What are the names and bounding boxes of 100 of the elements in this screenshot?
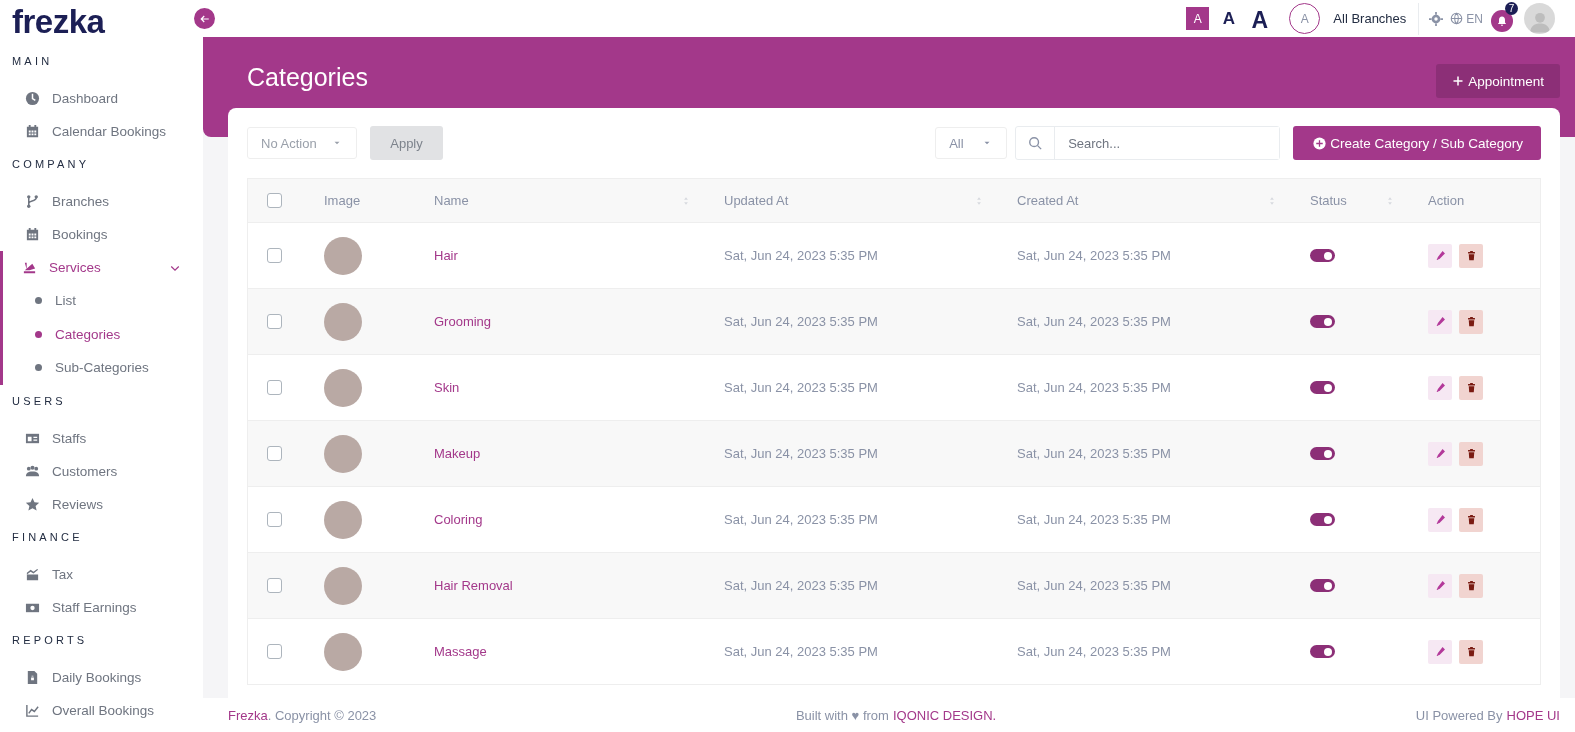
row-checkbox[interactable] — [267, 248, 282, 263]
nav-item[interactable]: Reviews — [3, 487, 203, 521]
column-header[interactable]: Status — [1310, 193, 1347, 208]
table-cell: Sat, Jun 24, 2023 5:35 PM — [1017, 644, 1171, 659]
section-heading: COMPANY — [11, 157, 90, 172]
delete-button[interactable] — [1459, 573, 1483, 598]
photo-placeholder — [324, 368, 362, 407]
delete-button[interactable] — [1459, 507, 1483, 532]
edit-button[interactable] — [1428, 375, 1452, 400]
search-icon — [1028, 136, 1043, 150]
nav-item[interactable]: Customers — [3, 454, 203, 488]
pencil-icon — [1434, 250, 1446, 261]
nav-item[interactable]: Branches — [3, 185, 203, 218]
font-size-button[interactable]: A — [1217, 7, 1241, 30]
bullet-icon — [35, 297, 42, 305]
nav-item[interactable]: Bookings — [3, 218, 203, 251]
table-cell: Sat, Jun 24, 2023 5:35 PM — [724, 644, 878, 659]
photo-placeholder — [324, 302, 362, 341]
status-toggle[interactable] — [1310, 315, 1335, 328]
nav-item[interactable]: Services — [0, 251, 203, 284]
nav-subitem[interactable]: Sub-Categories — [0, 351, 203, 385]
nav-item[interactable]: Tax — [3, 557, 203, 591]
plus-icon — [1452, 75, 1465, 87]
delete-button[interactable] — [1459, 441, 1483, 466]
section-heading: REPORTS — [11, 632, 88, 648]
section-heading: USERS — [11, 393, 66, 409]
section-heading: MAIN — [11, 54, 53, 69]
file-icon — [25, 669, 40, 685]
status-toggle[interactable] — [1310, 513, 1335, 526]
status-toggle[interactable] — [1310, 579, 1335, 592]
page-title: Categories — [247, 63, 368, 92]
status-toggle[interactable] — [1310, 381, 1335, 394]
create-category-button[interactable]: Create Category / Sub Category — [1293, 126, 1541, 160]
category-name[interactable]: Grooming — [434, 314, 492, 329]
trash-icon — [1465, 580, 1477, 591]
column-header[interactable]: Updated At — [724, 193, 789, 208]
search-field[interactable]: Search... — [1015, 126, 1281, 160]
column-header[interactable]: Name — [434, 193, 469, 208]
pencil-icon — [1434, 580, 1446, 591]
trash-icon — [1465, 382, 1477, 393]
font-size-button[interactable]: A — [1248, 7, 1272, 30]
font-size-button[interactable]: A — [1186, 7, 1210, 30]
notification-count: 7 — [1505, 1, 1518, 15]
row-checkbox[interactable] — [267, 644, 282, 659]
category-name[interactable]: Skin — [434, 380, 460, 395]
nav-item[interactable]: Overall Bookings — [3, 693, 203, 727]
row-checkbox[interactable] — [267, 314, 282, 329]
row-checkbox[interactable] — [267, 380, 282, 395]
brand-link[interactable]: Frezka — [228, 707, 268, 723]
edit-button[interactable] — [1428, 573, 1452, 598]
nav-subitem[interactable]: Categories — [0, 317, 203, 351]
status-toggle[interactable] — [1310, 645, 1335, 658]
nav-item[interactable]: Staff Earnings — [3, 590, 203, 624]
bell-icon — [1496, 14, 1508, 27]
edit-button[interactable] — [1428, 441, 1452, 466]
pencil-icon — [1434, 646, 1446, 657]
row-checkbox[interactable] — [267, 446, 282, 461]
pencil-icon — [1434, 514, 1446, 525]
nav-item[interactable]: Daily Bookings — [3, 660, 203, 694]
column-header: Action — [1428, 193, 1465, 208]
nav-item[interactable]: Calendar Bookings — [3, 115, 203, 148]
company-link[interactable]: IQONIC DESIGN. — [892, 707, 997, 723]
table-cell: Sat, Jun 24, 2023 5:35 PM — [1017, 446, 1171, 461]
filter-select[interactable]: All — [935, 127, 1008, 159]
status-toggle[interactable] — [1310, 447, 1335, 460]
edit-button[interactable] — [1428, 309, 1452, 334]
language-selector[interactable]: EN — [1450, 11, 1483, 26]
credit-text: Built with ♥ from — [795, 707, 889, 723]
branch-selector[interactable]: All Branches — [1333, 11, 1407, 26]
row-checkbox[interactable] — [267, 512, 282, 527]
calendar-icon — [25, 227, 40, 242]
row-checkbox[interactable] — [267, 578, 282, 593]
column-header[interactable]: Created At — [1017, 193, 1079, 208]
nav-subitem[interactable]: List — [0, 284, 203, 318]
nav-item[interactable]: Staffs — [3, 421, 203, 455]
category-name[interactable]: Hair Removal — [434, 578, 513, 593]
bullet-icon — [35, 330, 42, 338]
appointment-button[interactable]: Appointment — [1436, 64, 1560, 98]
pencil-icon — [1434, 448, 1446, 459]
edit-button[interactable] — [1428, 243, 1452, 268]
powered-by-text: UI Powered By — [1415, 707, 1503, 723]
table-cell: Sat, Jun 24, 2023 5:35 PM — [724, 380, 878, 395]
hope-ui-link[interactable]: HOPE UI — [1506, 707, 1560, 723]
delete-button[interactable] — [1459, 375, 1483, 400]
delete-button[interactable] — [1459, 639, 1483, 664]
delete-button[interactable] — [1459, 243, 1483, 268]
brand-logo: frezka — [11, 2, 105, 42]
category-name[interactable]: Hair — [434, 248, 458, 263]
edit-button[interactable] — [1428, 507, 1452, 532]
nav-item[interactable]: Dashboard — [3, 82, 203, 115]
edit-button[interactable] — [1428, 639, 1452, 664]
trash-icon — [1465, 250, 1477, 261]
category-name[interactable]: Coloring — [434, 512, 483, 527]
table-cell: Sat, Jun 24, 2023 5:35 PM — [1017, 314, 1171, 329]
table-cell: Sat, Jun 24, 2023 5:35 PM — [724, 314, 878, 329]
category-name[interactable]: Massage — [434, 644, 487, 659]
status-toggle[interactable] — [1310, 249, 1335, 262]
category-name[interactable]: Makeup — [434, 446, 481, 461]
select-all-checkbox[interactable] — [267, 193, 282, 208]
delete-button[interactable] — [1459, 309, 1483, 334]
